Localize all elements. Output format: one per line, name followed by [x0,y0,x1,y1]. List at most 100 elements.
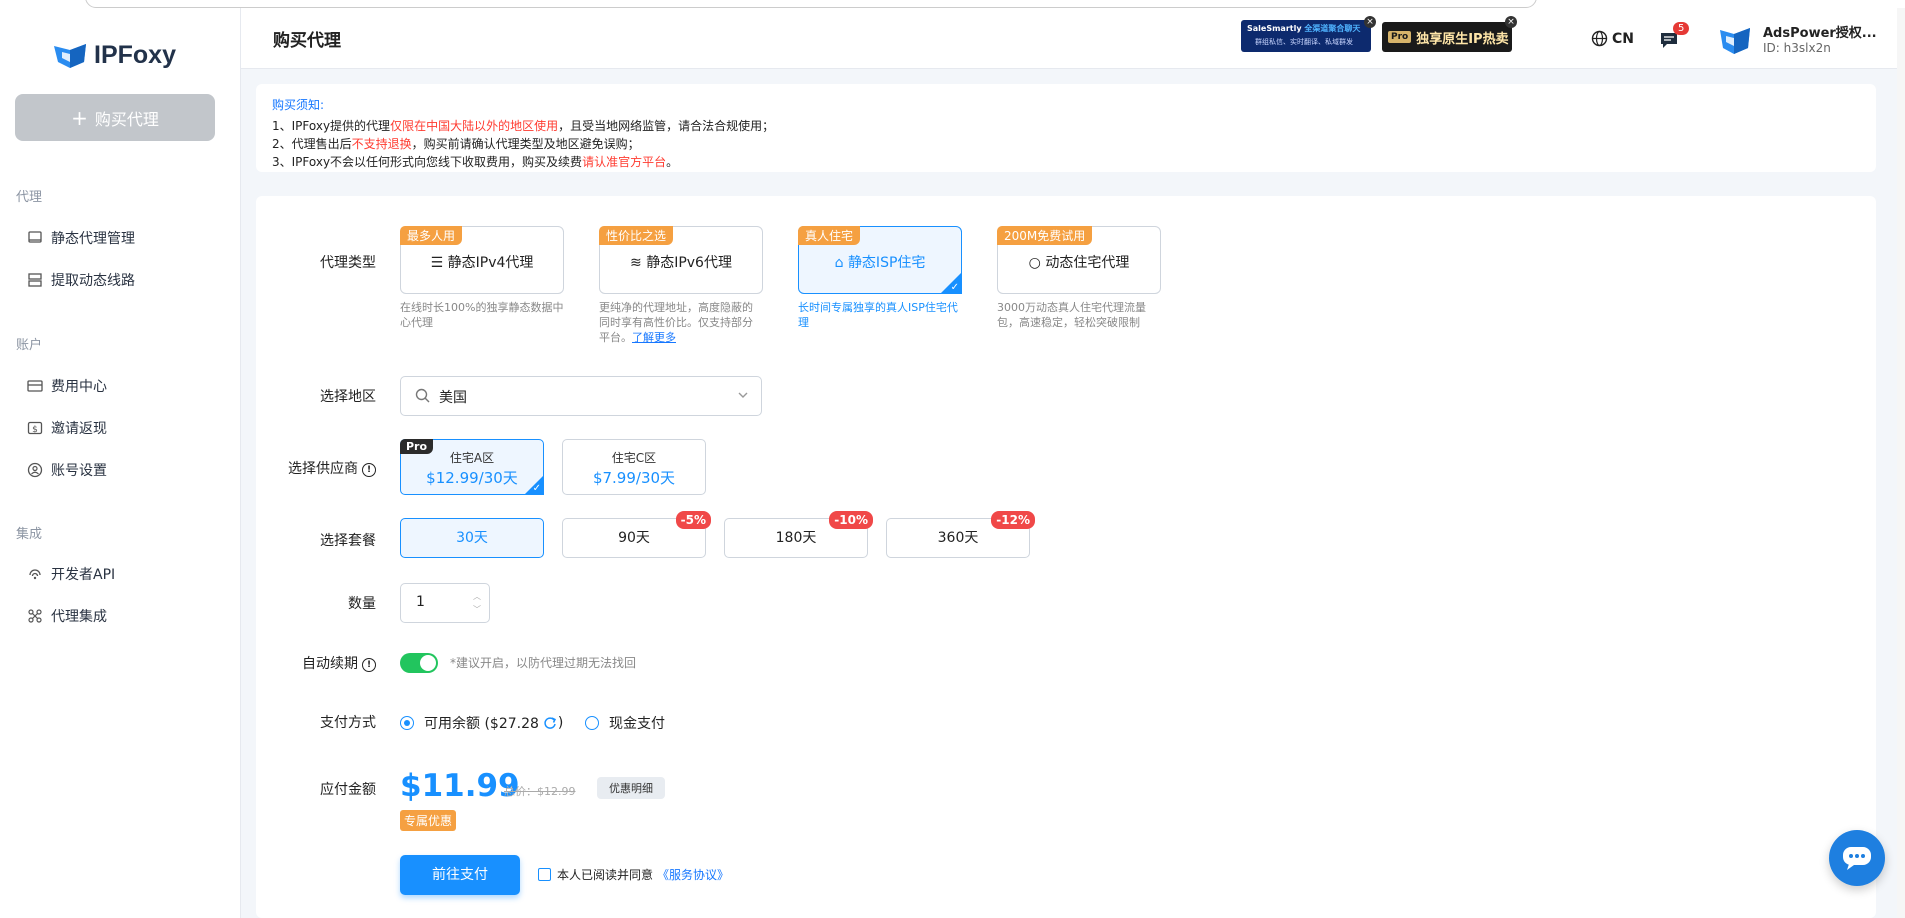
region-select[interactable]: 美国 [400,376,762,416]
chevron-up-icon[interactable]: ︿ [473,590,481,603]
notice-text: 3、IPFoxy不会以任何形式向您线下收取费用，购买及续费 [272,155,583,169]
payment-label: 支付方式 [320,715,376,731]
pro-badge: Pro [400,439,434,454]
radio-unchecked-icon [585,716,599,730]
quantity-stepper[interactable]: 1 ︿ ﹀ [400,583,490,623]
plan-option-360[interactable]: 360天 -12% [886,511,1035,558]
learn-more-link[interactable]: 了解更多 [632,331,676,344]
proxy-type-name: ≋ 静态IPv6代理 [600,252,762,272]
proxy-type-name: ○ 动态住宅代理 [998,252,1160,272]
proxy-type-desc-text: 更纯净的代理地址，高度隐蔽的同时享有高性价比。仅支持部分平台。 [599,301,753,344]
sidebar-item-dynamic-lines[interactable]: 提取动态线路 [27,270,135,290]
tag-badge: 真人住宅 [798,226,861,245]
info-icon[interactable]: ! [362,658,376,672]
close-icon[interactable]: × [1505,16,1517,28]
salesmartly-ad-banner[interactable]: SaleSmartly 全渠道聚合聊天 群组私信、实时翻译、私域群发 [1241,20,1371,52]
sidebar-item-developer-api[interactable]: 开发者API [27,564,115,584]
layers-icon: ≋ [630,255,642,271]
logo[interactable]: IPFoxy [52,38,176,72]
sidebar-item-label: 开发者API [51,567,116,583]
integration-icon [27,608,43,624]
proxy-type-ipv6[interactable]: 性价比之选 ≋ 静态IPv6代理 [599,226,763,294]
sidebar-item-account-settings[interactable]: 账号设置 [27,460,107,480]
notice-line-2: 2、代理售出后不支持退换，购买前请确认代理类型及地区避免误购； [272,135,640,152]
sidebar-section-integration: 集成 [16,527,43,542]
top-header: 购买代理 SaleSmartly 全渠道聚合聊天 群组私信、实时翻译、私域群发 … [241,8,1905,69]
plan-option-30[interactable]: 30天 [400,518,544,558]
discount-detail-button[interactable]: 优惠明细 [597,777,665,799]
ad-brand: SaleSmartly [1247,24,1302,33]
chevron-down-icon [738,392,748,398]
payment-cash-radio[interactable]: 现金支付 [585,713,665,733]
plan-label-text: 90天 [618,530,650,546]
sidebar-item-billing[interactable]: 费用中心 [27,376,107,396]
plan-option-180[interactable]: 180天 -10% [724,511,873,558]
sidebar-item-label: 代理集成 [51,609,107,625]
notice-text: 。 [666,155,679,169]
plus-icon: + [71,105,88,130]
notice-highlight: 不支持退换 [351,137,412,151]
proxy-type-desc: 在线时长100%的独享静态数据中心代理 [400,301,564,329]
payment-cash-label: 现金支付 [609,716,665,732]
support-chat-button[interactable] [1829,830,1885,886]
vendor-option-c[interactable]: 住宅C区 $7.99/30天 [562,439,706,495]
close-icon[interactable]: × [1364,16,1376,28]
proxy-type-name-text: 静态IPv4代理 [447,255,534,271]
plan-label: 选择套餐 [320,533,376,549]
sidebar: IPFoxy + 购买代理 代理 静态代理管理 提取动态线路 账户 费用中心 $… [0,8,241,918]
refresh-icon[interactable] [543,716,557,730]
proxy-type-desc: 长时间专属独享的真人ISP住宅代理 [798,301,958,329]
messages-button[interactable]: 5 [1659,22,1690,50]
agree-checkbox[interactable] [538,868,551,881]
discount-badge: -12% [991,511,1035,529]
auto-renew-tip: *建议开启，以防代理过期无法找回 [450,656,637,670]
exclusive-ip-ad-banner[interactable]: Pro 独享原生IP热卖 [1382,22,1512,52]
proxy-type-dynamic[interactable]: 200M免费试用 ○ 动态住宅代理 [997,226,1161,294]
notice-line-3: 3、IPFoxy不会以任何形式向您线下收取费用，购买及续费请认准官方平台。 [272,153,678,170]
vendor-option-a[interactable]: Pro 住宅A区 $12.99/30天 ✓ [400,439,544,495]
ad-headline: 全渠道聚合聊天 [1304,24,1361,33]
quantity-label: 数量 [348,596,376,612]
sidebar-item-invite[interactable]: $ 邀请返现 [27,418,107,438]
server-icon [27,272,43,288]
scrollbar[interactable] [1897,8,1905,918]
info-icon[interactable]: ! [362,463,376,477]
notice-line-1: 1、IPFoxy提供的代理仅限在中国大陆以外的地区使用，且受当地网络监管，请合法… [272,117,774,134]
quantity-value: 1 [416,594,425,610]
refresh-icon: ○ [1028,255,1041,271]
buy-proxy-button[interactable]: + 购买代理 [15,94,215,141]
proxy-type-ipv4[interactable]: 最多人用 ☰ 静态IPv4代理 [400,226,564,294]
language-switcher[interactable]: CN [1591,30,1634,47]
proxy-type-name-text: 静态IPv6代理 [646,255,732,271]
sidebar-item-static-proxy[interactable]: 静态代理管理 [27,228,135,248]
avatar[interactable] [1719,24,1751,56]
service-agreement-link[interactable]: 《服务协议》 [657,866,729,883]
svg-text:$: $ [32,425,38,435]
region-value: 美国 [439,390,467,406]
payment-balance-radio[interactable]: 可用余额 ($27.28 ) [400,713,563,733]
chat-bubble-icon [1843,847,1871,870]
vendor-label: 选择供应商! [256,458,376,478]
stepper-arrows[interactable]: ︿ ﹀ [473,590,481,616]
proxy-type-isp[interactable]: 真人住宅 ⌂ 静态ISP住宅 ✓ [798,226,962,294]
chevron-down-icon[interactable]: ﹀ [473,603,481,616]
notice-text: 2、代理售出后 [272,137,352,151]
auto-renew-label-text: 自动续期 [302,656,358,672]
tag-badge: 最多人用 [400,226,463,245]
search-icon [415,388,430,403]
sidebar-item-proxy-integration[interactable]: 代理集成 [27,606,107,626]
browser-address-bar[interactable] [85,0,1537,8]
discount-badge: -5% [675,511,711,529]
sidebar-item-label: 邀请返现 [51,421,107,437]
proxy-type-desc: 3000万动态真人住宅代理流量包，高速稳定，轻松突破限制 [997,301,1146,329]
browser-top-strip [0,0,1905,8]
ad-subline: 群组私信、实时翻译、私域群发 [1255,38,1353,46]
plan-option-90[interactable]: 90天 -5% [562,511,711,558]
sidebar-section-proxy: 代理 [16,190,43,205]
user-name[interactable]: AdsPower授权... [1763,22,1877,41]
auto-renew-toggle[interactable] [400,653,438,673]
proxy-type-name: ☰ 静态IPv4代理 [401,252,563,272]
agreement-row: 本人已阅读并同意 《服务协议》 [538,866,729,883]
notice-highlight: 仅限在中国大陆以外的地区使用 [390,119,559,133]
go-to-pay-button[interactable]: 前往支付 [400,855,520,895]
